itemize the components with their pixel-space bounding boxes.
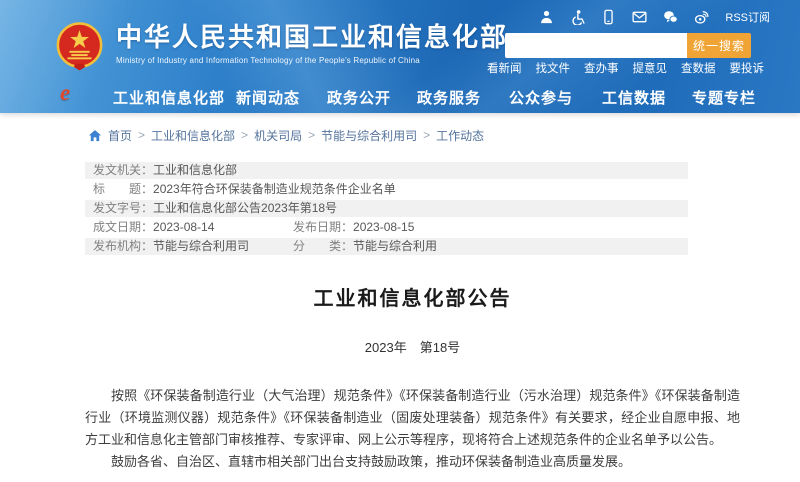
meta-col2: 发布日期：2023-08-15: [293, 219, 414, 236]
breadcrumb-separator: >: [138, 128, 145, 142]
national-emblem-icon: [56, 22, 103, 72]
meta-value: 2023-08-15: [353, 220, 414, 234]
breadcrumb-separator: >: [308, 128, 315, 142]
miit-logo-icon[interactable]: e: [60, 80, 70, 106]
article-paragraph: 按照《环保装备制造行业（大气治理）规范条件》《环保装备制造行业（污水治理）规范条…: [85, 385, 740, 451]
quick-link-suggestions[interactable]: 提意见: [633, 60, 668, 76]
site-brand[interactable]: 中华人民共和国工业和信息化部 Ministry of Industry and …: [56, 22, 508, 72]
topbar-utility-icons: RSS订阅: [539, 9, 770, 25]
quick-link-services[interactable]: 查办事: [584, 60, 619, 76]
breadcrumb-departments[interactable]: 机关司局: [254, 127, 302, 144]
mail-icon[interactable]: [632, 9, 647, 25]
meta-row-dates: 成文日期：2023-08-14 发布日期：2023-08-15: [85, 219, 688, 236]
search-box: 统一搜索: [505, 33, 751, 58]
meta-value: 工业和信息化部: [153, 163, 237, 177]
breadcrumb-separator: >: [423, 128, 430, 142]
announcement-article: 工业和信息化部公告 2023年 第18号 按照《环保装备制造行业（大气治理）规范…: [85, 282, 740, 473]
search-quick-links: 看新闻 找文件 查办事 提意见 查数据 要投诉: [487, 60, 764, 76]
meta-value: 节能与综合利用: [353, 239, 437, 253]
main-navigation: e 工业和信息化部 新闻动态 政务公开 政务服务 公众参与 工信数据 专题专栏: [0, 79, 800, 113]
meta-row-title: 标 题：2023年符合环保装备制造业规范条件企业名单: [85, 181, 688, 198]
meta-value: 2023年符合环保装备制造业规范条件企业名单: [153, 182, 396, 196]
mobile-icon[interactable]: [601, 9, 616, 25]
meta-col2: 分 类：节能与综合利用: [293, 238, 437, 255]
breadcrumb: 首页 > 工业和信息化部 > 机关司局 > 节能与综合利用司 > 工作动态: [88, 127, 800, 143]
meta-row-publisher: 发布机构：节能与综合利用司 分 类：节能与综合利用: [85, 238, 688, 255]
site-title: 中华人民共和国工业和信息化部: [116, 22, 508, 52]
nav-item-public-participation[interactable]: 公众参与: [509, 87, 573, 108]
nav-item-gov-info[interactable]: 政务公开: [327, 87, 391, 108]
meta-value: 2023-08-14: [153, 220, 214, 234]
nav-item-gov-services[interactable]: 政务服务: [417, 87, 481, 108]
site-title-english: Ministry of Industry and Information Tec…: [116, 56, 508, 65]
search-input[interactable]: [505, 33, 687, 58]
unified-search-button[interactable]: 统一搜索: [687, 33, 751, 58]
quick-link-complaints[interactable]: 要投诉: [730, 60, 765, 76]
meta-value: 节能与综合利用司: [153, 239, 249, 253]
meta-label: 发布机构：: [93, 239, 153, 253]
nav-item-news[interactable]: 新闻动态: [236, 87, 300, 108]
meta-label: 发文字号：: [93, 201, 153, 215]
quick-link-news[interactable]: 看新闻: [487, 60, 522, 76]
nav-item-miit[interactable]: 工业和信息化部: [113, 87, 225, 108]
meta-label: 成文日期：: [93, 220, 153, 234]
site-header-banner: RSS订阅 中华人民共和国工业和信息化部 Ministry of Industr…: [0, 0, 800, 113]
rss-subscribe-link[interactable]: RSS订阅: [725, 9, 770, 25]
document-meta-table: 发文机关：工业和信息化部 标 题：2023年符合环保装备制造业规范条件企业名单 …: [85, 162, 688, 255]
home-icon[interactable]: [88, 129, 102, 142]
article-body: 按照《环保装备制造行业（大气治理）规范条件》《环保装备制造行业（污水治理）规范条…: [85, 385, 740, 473]
quick-link-files[interactable]: 找文件: [536, 60, 571, 76]
meta-value: 工业和信息化部公告2023年第18号: [153, 201, 337, 215]
brand-text: 中华人民共和国工业和信息化部 Ministry of Industry and …: [116, 22, 508, 65]
meta-label: 发布日期：: [293, 220, 353, 234]
elder-mode-icon[interactable]: [539, 9, 554, 25]
article-paragraph: 鼓励各省、自治区、直辖市相关部门出台支持鼓励政策，推动环保装备制造业高质量发展。: [85, 451, 740, 473]
quick-link-data[interactable]: 查数据: [681, 60, 716, 76]
article-issue-number: 2023年 第18号: [85, 337, 740, 356]
meta-label: 标 题：: [93, 182, 153, 196]
meta-label: 发文机关：: [93, 163, 153, 177]
nav-item-industry-data[interactable]: 工信数据: [602, 87, 666, 108]
breadcrumb-energy-dept[interactable]: 节能与综合利用司: [321, 127, 417, 144]
wechat-icon[interactable]: [663, 9, 678, 25]
meta-row-issuing-agency: 发文机关：工业和信息化部: [85, 162, 688, 179]
breadcrumb-home[interactable]: 首页: [108, 127, 132, 144]
accessibility-icon[interactable]: [570, 9, 585, 25]
meta-label: 分 类：: [293, 239, 353, 253]
meta-row-doc-number: 发文字号：工业和信息化部公告2023年第18号: [85, 200, 688, 217]
breadcrumb-current: 工作动态: [436, 127, 484, 144]
breadcrumb-separator: >: [241, 128, 248, 142]
breadcrumb-miit[interactable]: 工业和信息化部: [151, 127, 235, 144]
weibo-icon[interactable]: [694, 9, 709, 25]
article-title: 工业和信息化部公告: [85, 282, 740, 311]
nav-item-special-topics[interactable]: 专题专栏: [692, 87, 756, 108]
